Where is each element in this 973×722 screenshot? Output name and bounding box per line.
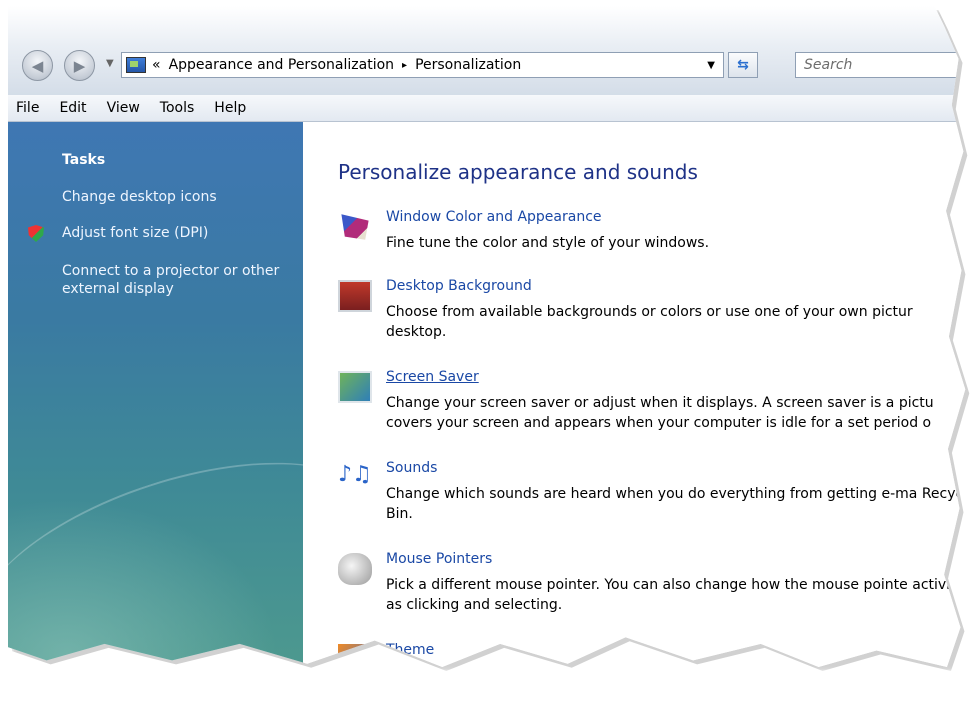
forward-button[interactable]: ▶ [64, 50, 95, 81]
window-color-icon[interactable] [341, 214, 369, 240]
link-screen-saver[interactable]: Screen Saver [386, 369, 479, 385]
link-window-color[interactable]: Window Color and Appearance [386, 209, 602, 225]
link-mouse-pointers[interactable]: Mouse Pointers [386, 551, 492, 567]
breadcrumb-item-appearance[interactable]: Appearance and Personalization [169, 57, 394, 73]
explorer-window: ◀ ▶ ▼ « Appearance and Personalization ▸… [8, 6, 966, 667]
menu-tools[interactable]: Tools [160, 100, 195, 116]
tasks-heading: Tasks [62, 152, 106, 168]
menu-bar: File Edit View Tools Help [8, 95, 966, 122]
item-description: Change which sounds are heard when you d… [386, 486, 973, 522]
menu-file[interactable]: File [16, 100, 39, 116]
sounds-icon[interactable]: ♪♫ [338, 462, 372, 494]
uac-shield-icon [28, 225, 44, 242]
main-content: Personalize appearance and sounds Window… [304, 122, 973, 667]
menu-help[interactable]: Help [214, 100, 246, 116]
menu-edit[interactable]: Edit [59, 100, 86, 116]
control-panel-icon [126, 57, 146, 73]
desktop-background-icon[interactable] [338, 280, 372, 312]
breadcrumb[interactable]: « Appearance and Personalization ▸ Perso… [121, 52, 724, 78]
refresh-button[interactable]: ⇆ [728, 52, 758, 78]
address-dropdown-icon[interactable]: ▼ [707, 60, 715, 71]
mouse-pointers-icon[interactable] [338, 553, 372, 585]
search-input[interactable]: Search [795, 52, 966, 78]
back-button[interactable]: ◀ [22, 50, 53, 81]
link-desktop-background[interactable]: Desktop Background [386, 278, 532, 294]
item-description: Fine tune the color and style of your wi… [386, 235, 710, 251]
page-title: Personalize appearance and sounds [338, 160, 698, 184]
task-adjust-font-size[interactable]: Adjust font size (DPI) [62, 224, 208, 242]
item-description: Choose from available backgrounds or col… [386, 304, 913, 340]
tasks-pane: Tasks Change desktop icons Adjust font s… [8, 122, 406, 667]
forward-arrow-icon: ▶ [73, 56, 86, 75]
item-description: Change your screen saver or adjust when … [386, 395, 934, 431]
breadcrumb-overflow[interactable]: « [152, 57, 161, 73]
task-change-desktop-icons[interactable]: Change desktop icons [62, 188, 217, 206]
address-bar-area: ◀ ▶ ▼ « Appearance and Personalization ▸… [8, 6, 966, 95]
back-arrow-icon: ◀ [31, 56, 44, 75]
breadcrumb-separator-icon[interactable]: ▸ [402, 60, 407, 71]
item-description: Pick a different mouse pointer. You can … [386, 577, 973, 613]
recent-pages-dropdown-icon[interactable]: ▼ [106, 58, 114, 69]
breadcrumb-item-personalization[interactable]: Personalization [415, 57, 521, 73]
refresh-icon: ⇆ [737, 57, 749, 73]
task-connect-projector[interactable]: Connect to a projector or other external… [62, 262, 297, 298]
menu-view[interactable]: View [107, 100, 140, 116]
screen-saver-icon[interactable] [338, 371, 372, 403]
link-sounds[interactable]: Sounds [386, 460, 437, 476]
